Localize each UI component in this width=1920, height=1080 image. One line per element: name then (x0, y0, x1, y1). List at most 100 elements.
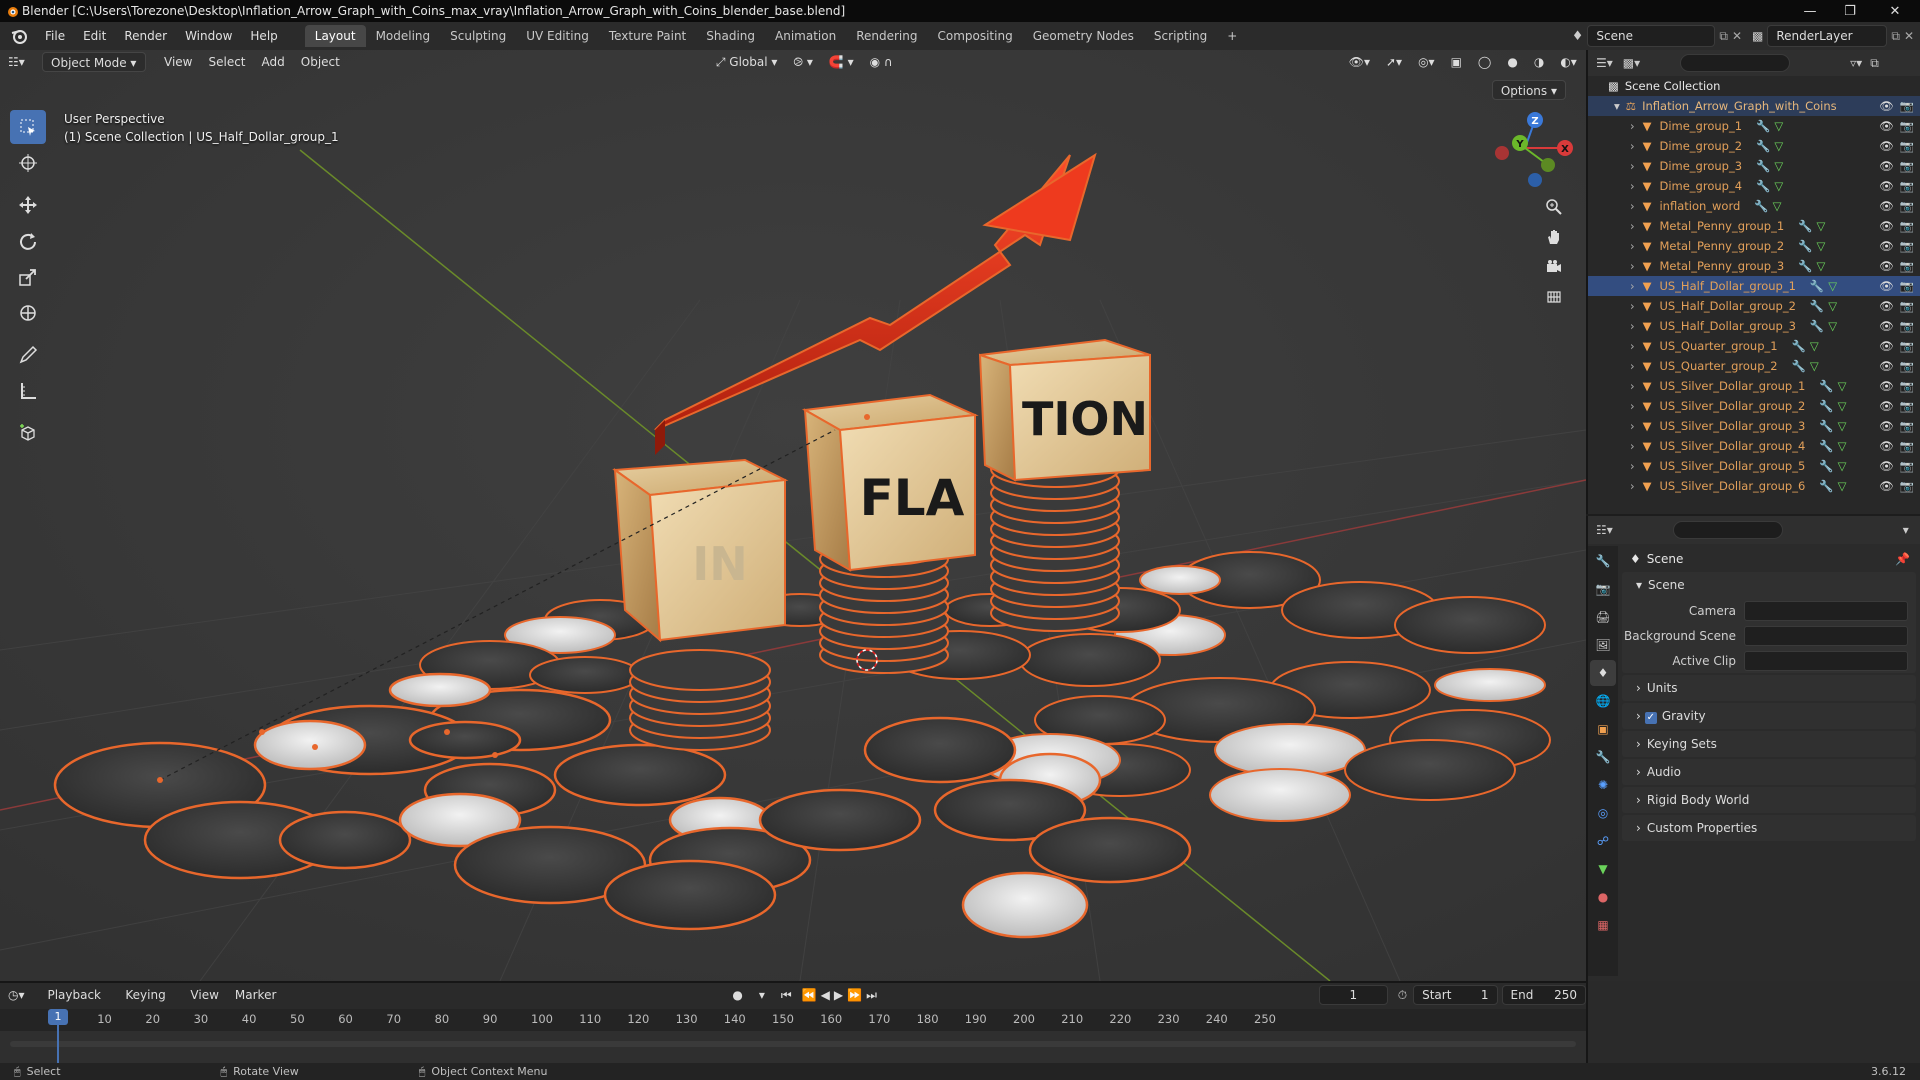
camera-view-icon[interactable] (1540, 253, 1568, 281)
tab-uv-editing[interactable]: UV Editing (516, 25, 599, 47)
eye-icon[interactable]: 👁 (1879, 199, 1894, 213)
outliner-item[interactable]: › ▼ US_Quarter_group_2 🔧 ▽ 👁 📷 (1588, 356, 1920, 376)
data-tab-icon[interactable]: ▼ (1590, 856, 1616, 882)
outliner-item[interactable]: › ▼ inflation_word 🔧 ▽ 👁 📷 (1588, 196, 1920, 216)
eye-icon[interactable]: 👁 (1879, 439, 1894, 453)
scene-render[interactable]: IN FLA TION Z Y X (0, 50, 1586, 981)
3d-viewport[interactable]: IN FLA TION Z Y X ☷▾ Object Mode ▾ View … (0, 50, 1586, 981)
mesh-data-icon[interactable]: ▽ (1838, 479, 1847, 493)
keying-menu[interactable]: Keying ▾ (117, 985, 182, 1022)
modifier-icon[interactable]: 🔧 (1756, 179, 1770, 193)
eye-icon[interactable]: 👁 (1879, 279, 1894, 293)
blender-menu-icon[interactable] (10, 27, 28, 45)
tab-rendering[interactable]: Rendering (846, 25, 927, 47)
expand-arrow-icon[interactable]: › (1630, 479, 1635, 493)
camera-icon[interactable]: 📷 (1900, 139, 1914, 153)
texture-tab-icon[interactable]: ▦ (1590, 912, 1616, 938)
current-frame-field[interactable]: 1 (1318, 985, 1388, 1005)
eye-icon[interactable]: 👁 (1879, 299, 1894, 313)
eye-icon[interactable]: 👁 (1879, 259, 1894, 273)
mesh-data-icon[interactable]: ▽ (1838, 439, 1847, 453)
shading-material-icon[interactable]: ◑ (1526, 52, 1552, 72)
collection-row[interactable]: ▾ ⚖ Inflation_Arrow_Graph_with_Coins 👁 📷 (1588, 96, 1920, 116)
pan-hand-icon[interactable] (1540, 223, 1568, 251)
mesh-data-icon[interactable]: ▽ (1828, 299, 1837, 313)
camera-icon[interactable]: 📷 (1900, 319, 1914, 333)
tab-geometry-nodes[interactable]: Geometry Nodes (1023, 25, 1144, 47)
modifier-icon[interactable]: 🔧 (1756, 119, 1770, 133)
new-scene-icon[interactable]: ⧉ (1719, 29, 1728, 44)
eye-icon[interactable]: 👁 (1879, 459, 1894, 473)
block-tion[interactable]: TION (978, 338, 1151, 482)
gizmo-neg-z[interactable] (1528, 173, 1542, 187)
block-in[interactable]: IN (612, 458, 789, 643)
modifier-icon[interactable]: 🔧 (1819, 379, 1833, 393)
timeline-view-menu[interactable]: View (182, 985, 226, 1005)
mesh-data-icon[interactable]: ▽ (1810, 339, 1819, 353)
move-tool[interactable] (10, 188, 46, 222)
menu-object[interactable]: Object (293, 52, 348, 72)
menu-render[interactable]: Render (115, 25, 176, 47)
menu-select[interactable]: Select (200, 52, 253, 72)
expand-arrow-icon[interactable]: › (1630, 419, 1635, 433)
add-cube-tool[interactable] (10, 416, 46, 450)
expand-arrow-icon[interactable]: › (1630, 279, 1635, 293)
modifier-icon[interactable]: 🔧 (1819, 399, 1833, 413)
mesh-data-icon[interactable]: ▽ (1817, 239, 1826, 253)
shading-rendered-icon[interactable]: ◐▾ (1552, 52, 1585, 72)
modifier-icon[interactable]: 🔧 (1754, 199, 1768, 213)
modifier-icon[interactable]: 🔧 (1810, 299, 1824, 313)
start-frame-field[interactable]: Start 1 (1413, 985, 1498, 1005)
keyframe-type-icon[interactable]: ▾ (751, 985, 773, 1005)
eye-icon[interactable]: 👁 (1879, 219, 1894, 233)
modifier-icon[interactable]: 🔧 (1810, 279, 1824, 293)
menu-view[interactable]: View (156, 52, 200, 72)
pivot-icon[interactable]: ⧁ ▾ (785, 52, 820, 72)
expand-arrow-icon[interactable]: › (1630, 199, 1635, 213)
playback-menu[interactable]: Playback ▾ (39, 985, 117, 1022)
object-tab-icon[interactable]: ▣ (1590, 716, 1616, 742)
expand-arrow-icon[interactable]: › (1630, 459, 1635, 473)
eye-icon[interactable]: 👁 (1879, 399, 1894, 413)
modifier-icon[interactable]: 🔧 (1819, 479, 1833, 493)
mesh-data-icon[interactable]: ▽ (1838, 419, 1847, 433)
rigid-body-world-panel[interactable]: › Rigid Body World (1622, 787, 1916, 813)
mesh-data-icon[interactable]: ▽ (1838, 459, 1847, 473)
outliner-search-input[interactable] (1680, 54, 1791, 72)
mesh-data-icon[interactable]: ▽ (1810, 359, 1819, 373)
properties-options-icon[interactable]: ▾ (1903, 523, 1909, 537)
outliner-item[interactable]: › ▼ Dime_group_3 🔧 ▽ 👁 📷 (1588, 156, 1920, 176)
modifier-tab-icon[interactable]: 🔧 (1590, 744, 1616, 770)
gizmo-neg-x[interactable] (1495, 146, 1509, 160)
playhead[interactable]: 1 (48, 1009, 68, 1025)
gizmo-neg-y[interactable] (1541, 158, 1555, 172)
minimize-button[interactable]: — (1790, 0, 1830, 22)
modifier-icon[interactable]: 🔧 (1798, 219, 1812, 233)
shading-solid-icon[interactable]: ● (1499, 52, 1525, 72)
properties-editor-icon[interactable]: ☷▾ (1596, 523, 1613, 537)
xray-icon[interactable]: ▣ (1443, 52, 1470, 72)
custom-properties-panel[interactable]: › Custom Properties (1622, 815, 1916, 841)
output-tab-icon[interactable]: 🖨 (1590, 604, 1616, 630)
camera-icon[interactable]: 📷 (1900, 459, 1914, 473)
editor-type-icon[interactable]: ☷▾ (0, 52, 36, 72)
outliner-item[interactable]: › ▼ Dime_group_1 🔧 ▽ 👁 📷 (1588, 116, 1920, 136)
display-mode-icon[interactable]: ▩▾ (1623, 56, 1640, 70)
render-tab-icon[interactable]: 📷 (1590, 576, 1616, 602)
gravity-panel[interactable]: › ✓ Gravity (1622, 703, 1916, 729)
modifier-icon[interactable]: 🔧 (1792, 359, 1806, 373)
object-mode-dropdown[interactable]: Object Mode ▾ (42, 52, 146, 72)
eye-icon[interactable]: 👁 (1879, 179, 1894, 193)
scene-panel-header[interactable]: ▾ Scene (1622, 572, 1916, 598)
expand-arrow-icon[interactable]: › (1630, 359, 1635, 373)
ortho-grid-icon[interactable] (1540, 283, 1568, 311)
gravity-checkbox[interactable]: ✓ (1644, 712, 1657, 724)
outliner-item[interactable]: › ▼ US_Silver_Dollar_group_5 🔧 ▽ 👁 📷 (1588, 456, 1920, 476)
expand-arrow-icon[interactable]: › (1630, 219, 1635, 233)
scale-tool[interactable] (10, 260, 46, 294)
filter-icon[interactable]: ▿▾ (1850, 56, 1862, 70)
mesh-data-icon[interactable]: ▽ (1838, 399, 1847, 413)
expand-arrow-icon[interactable]: › (1630, 399, 1635, 413)
background-scene-field[interactable] (1744, 625, 1908, 646)
camera-icon[interactable]: 📷 (1900, 119, 1914, 133)
